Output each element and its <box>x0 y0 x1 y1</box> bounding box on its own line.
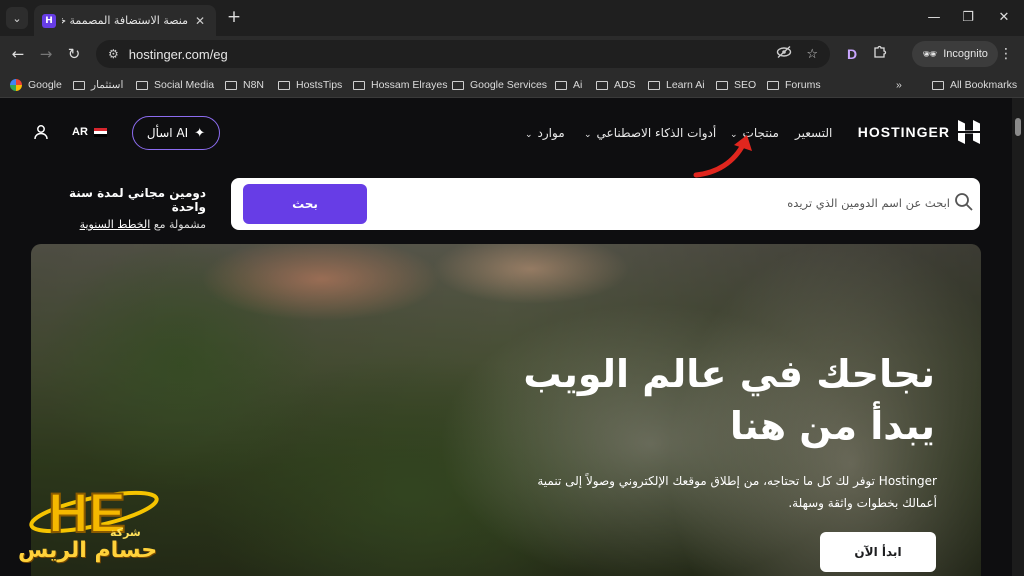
url-text[interactable]: hostinger.com/eg <box>129 47 763 62</box>
folder-icon <box>225 80 237 90</box>
bookmark-google[interactable]: Google <box>10 77 62 93</box>
folder-icon <box>596 80 608 90</box>
annual-plans-link[interactable]: الخطط السنوية <box>80 218 151 231</box>
language-label: AR <box>72 126 88 138</box>
folder-icon <box>767 80 779 90</box>
bookmark-folder[interactable]: Ai <box>555 77 582 93</box>
logo-text: HOSTINGER <box>857 124 950 140</box>
minimize-icon[interactable]: — <box>924 8 944 28</box>
bookmark-folder[interactable]: HostsTips <box>278 77 342 93</box>
bookmark-folder[interactable]: ADS <box>596 77 636 93</box>
restore-icon[interactable]: ❐ <box>958 8 978 28</box>
hostinger-logo[interactable]: HOSTINGER <box>858 120 980 144</box>
folder-icon <box>452 80 464 90</box>
address-bar[interactable]: ⚙ hostinger.com/eg ☆ <box>96 40 830 68</box>
user-account-icon[interactable] <box>33 124 49 140</box>
bookmark-folder[interactable]: Social Media <box>136 77 214 93</box>
domain-search-input[interactable]: ابحث عن اسم الدومين الذي تريده <box>787 196 950 210</box>
start-now-button[interactable]: ابدأ الآن <box>820 532 936 572</box>
incognito-icon: 🕶 <box>922 47 938 61</box>
extension-d-icon[interactable]: D <box>842 44 862 64</box>
window-close-icon[interactable]: ✕ <box>994 8 1014 28</box>
hero-title: نجاحك في عالم الويب يبدأ من هنا <box>523 352 935 448</box>
more-bookmarks-icon[interactable]: » <box>896 77 902 93</box>
incognito-badge[interactable]: 🕶 Incognito <box>912 41 998 67</box>
offer-subtitle: مشمولة مع الخطط السنوية <box>79 218 206 231</box>
hostinger-favicon-icon: H <box>42 13 56 28</box>
bookmark-folder[interactable]: Learn Ai <box>648 77 705 93</box>
all-bookmarks[interactable]: All Bookmarks <box>932 77 1017 93</box>
hero-banner: نجاحك في عالم الويب يبدأ من هنا Hostinge… <box>31 244 981 576</box>
browser-toolbar: ← → ↻ ⚙ hostinger.com/eg ☆ D 🕶 Incognito… <box>0 36 1024 72</box>
nav-pricing[interactable]: التسعير <box>795 126 832 140</box>
nav-resources-label: موارد <box>537 126 565 140</box>
search-icon <box>955 193 973 211</box>
offer-title: دومين مجاني لمدة سنة واحدة <box>68 186 206 214</box>
back-icon[interactable]: ← <box>8 44 28 64</box>
tab-strip: ⌄ H منصة الاستضافة المصممة خصيصاً ✕ + — … <box>0 0 1024 36</box>
bookmark-folder[interactable]: Google Services <box>452 77 547 93</box>
bookmark-folder[interactable]: Hossam Elrayes <box>353 77 447 93</box>
bookmark-folder[interactable]: N8N <box>225 77 264 93</box>
bookmark-star-icon[interactable]: ☆ <box>806 47 818 62</box>
tab-search-icon[interactable]: ⌄ <box>6 7 28 29</box>
scrollbar-thumb[interactable] <box>1015 118 1021 136</box>
reload-icon[interactable]: ↻ <box>64 44 84 64</box>
free-domain-offer: دومين مجاني لمدة سنة واحدة مشمولة مع الخ… <box>44 186 206 231</box>
ask-ai-button[interactable]: اسأل AI ✦ <box>132 116 220 150</box>
folder-icon <box>716 80 728 90</box>
incognito-label: Incognito <box>943 48 988 60</box>
hostinger-page: HOSTINGER التسعير منتجات⌄ أدوات الذكاء ا… <box>0 98 1024 576</box>
forward-icon[interactable]: → <box>36 44 56 64</box>
folder-icon <box>648 80 660 90</box>
domain-search-box: بحث ابحث عن اسم الدومين الذي تريده <box>231 178 980 230</box>
bookmark-folder[interactable]: SEO <box>716 77 756 93</box>
hostinger-logo-icon <box>958 120 980 144</box>
folder-icon <box>555 80 567 90</box>
chevron-down-icon: ⌄ <box>525 130 533 140</box>
egypt-flag-icon <box>93 127 107 137</box>
folder-icon <box>278 80 290 90</box>
browser-menu-icon[interactable]: ⋮ <box>996 44 1016 64</box>
chevron-down-icon: ⌄ <box>584 130 592 140</box>
annotation-arrow-icon <box>693 135 752 178</box>
folder-icon <box>932 80 944 90</box>
domain-search-button[interactable]: بحث <box>243 184 367 224</box>
google-icon <box>10 79 22 91</box>
tab-title: منصة الاستضافة المصممة خصيصاً <box>62 14 188 27</box>
bookmarks-bar: Google استثمار Social Media N8N HostsTip… <box>0 72 1024 98</box>
browser-tab[interactable]: H منصة الاستضافة المصممة خصيصاً ✕ <box>34 5 216 36</box>
folder-icon <box>353 80 365 90</box>
nav-resources[interactable]: موارد ⌄ <box>525 126 565 140</box>
hero-subtitle: Hostinger توفر لك كل ما تحتاجه، من إطلاق… <box>537 474 937 510</box>
new-tab-icon[interactable]: + <box>224 8 244 28</box>
page-scrollbar[interactable] <box>1012 98 1024 576</box>
language-selector[interactable]: AR <box>72 126 107 138</box>
bookmark-folder[interactable]: استثمار <box>73 77 123 93</box>
watermark-name: حسام الريس <box>18 538 158 563</box>
extensions-puzzle-icon[interactable] <box>870 44 890 64</box>
folder-icon <box>73 80 85 90</box>
eye-off-icon[interactable] <box>776 45 792 63</box>
ai-spark-icon: ✦ <box>194 125 206 141</box>
tab-close-icon[interactable]: ✕ <box>192 14 208 28</box>
bookmark-folder[interactable]: Forums <box>767 77 821 93</box>
ask-ai-label: اسأل AI <box>146 126 189 140</box>
site-info-icon[interactable]: ⚙ <box>108 47 119 61</box>
folder-icon <box>136 80 148 90</box>
